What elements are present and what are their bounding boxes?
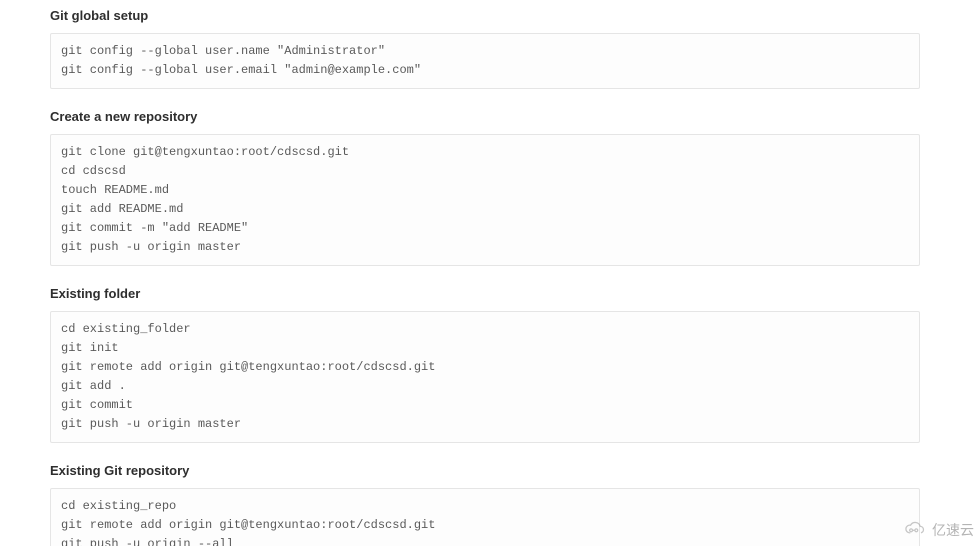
code-block-create-new-repository[interactable]: git clone git@tengxuntao:root/cdscsd.git…	[50, 134, 920, 266]
section-title-git-global-setup: Git global setup	[50, 8, 920, 23]
section-title-existing-folder: Existing folder	[50, 286, 920, 301]
watermark-text: 亿速云	[932, 520, 974, 540]
code-block-git-global-setup[interactable]: git config --global user.name "Administr…	[50, 33, 920, 89]
instructions-page: Git global setup git config --global use…	[0, 0, 920, 546]
code-block-existing-git-repository[interactable]: cd existing_repo git remote add origin g…	[50, 488, 920, 546]
section-title-existing-git-repository: Existing Git repository	[50, 463, 920, 478]
watermark: 亿速云	[902, 520, 974, 540]
section-title-create-new-repository: Create a new repository	[50, 109, 920, 124]
cloud-icon	[902, 521, 928, 540]
code-block-existing-folder[interactable]: cd existing_folder git init git remote a…	[50, 311, 920, 443]
